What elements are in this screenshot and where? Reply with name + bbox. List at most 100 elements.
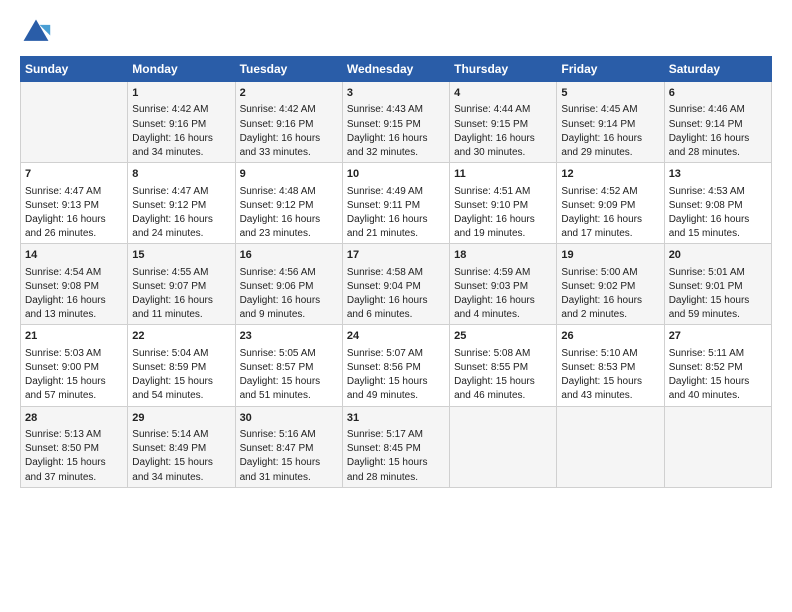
cell-content: Sunrise: 5:17 AM Sunset: 8:45 PM Dayligh…: [347, 428, 445, 485]
calendar-cell: 15 Sunrise: 4:55 AM Sunset: 9:07 PM Dayli…: [128, 244, 235, 325]
calendar-page: SundayMondayTuesdayWednesdayThursdayFrid…: [0, 0, 792, 612]
week-row-2: 7Sunrise: 4:47 AM Sunset: 9:13 PM Daylig…: [21, 163, 772, 244]
weekday-header-friday: Friday: [557, 57, 664, 82]
cell-content: Sunrise: 4:47 AM Sunset: 9:12 PM Dayligh…: [132, 185, 230, 242]
calendar-body: 1 Sunrise: 4:42 AM Sunset: 9:16 PM Daylig…: [21, 82, 772, 488]
day-number: 5: [561, 86, 659, 101]
cell-content: Sunrise: 5:01 AM Sunset: 9:01 PM Dayligh…: [669, 266, 767, 323]
cell-content: Sunrise: 5:00 AM Sunset: 9:02 PM Dayligh…: [561, 266, 659, 323]
calendar-cell: 2 Sunrise: 4:42 AM Sunset: 9:16 PM Daylig…: [235, 82, 342, 163]
calendar-table: SundayMondayTuesdayWednesdayThursdayFrid…: [20, 56, 772, 488]
cell-content: Sunrise: 4:55 AM Sunset: 9:07 PM Dayligh…: [132, 266, 230, 323]
day-number: 3: [347, 86, 445, 101]
calendar-cell: 21 Sunrise: 5:03 AM Sunset: 9:00 PM Dayli…: [21, 325, 128, 406]
day-number: 26: [561, 329, 659, 344]
day-number: 10: [347, 167, 445, 182]
cell-content: Sunrise: 5:03 AM Sunset: 9:00 PM Dayligh…: [25, 347, 123, 404]
day-number: 19: [561, 248, 659, 263]
day-number: 15: [132, 248, 230, 263]
cell-content: Sunrise: 4:51 AM Sunset: 9:10 PM Dayligh…: [454, 185, 552, 242]
week-row-1: 1 Sunrise: 4:42 AM Sunset: 9:16 PM Daylig…: [21, 82, 772, 163]
calendar-cell: [450, 406, 557, 487]
cell-content: Sunrise: 4:58 AM Sunset: 9:04 PM Dayligh…: [347, 266, 445, 323]
calendar-cell: 18Sunrise: 4:59 AM Sunset: 9:03 PM Dayli…: [450, 244, 557, 325]
calendar-cell: 9 Sunrise: 4:48 AM Sunset: 9:12 PM Daylig…: [235, 163, 342, 244]
day-number: 25: [454, 329, 552, 344]
cell-content: Sunrise: 4:42 AM Sunset: 9:16 PM Dayligh…: [240, 103, 338, 160]
weekday-header-wednesday: Wednesday: [342, 57, 449, 82]
weekday-header-monday: Monday: [128, 57, 235, 82]
cell-content: Sunrise: 5:13 AM Sunset: 8:50 PM Dayligh…: [25, 428, 123, 485]
calendar-cell: 31 Sunrise: 5:17 AM Sunset: 8:45 PM Dayli…: [342, 406, 449, 487]
calendar-cell: 16Sunrise: 4:56 AM Sunset: 9:06 PM Dayli…: [235, 244, 342, 325]
calendar-cell: 14 Sunrise: 4:54 AM Sunset: 9:08 PM Dayli…: [21, 244, 128, 325]
calendar-cell: 4Sunrise: 4:44 AM Sunset: 9:15 PM Daylig…: [450, 82, 557, 163]
cell-content: Sunrise: 4:49 AM Sunset: 9:11 PM Dayligh…: [347, 185, 445, 242]
day-number: 23: [240, 329, 338, 344]
day-number: 20: [669, 248, 767, 263]
calendar-cell: 10 Sunrise: 4:49 AM Sunset: 9:11 PM Dayli…: [342, 163, 449, 244]
calendar-cell: 17Sunrise: 4:58 AM Sunset: 9:04 PM Dayli…: [342, 244, 449, 325]
calendar-cell: 8Sunrise: 4:47 AM Sunset: 9:12 PM Daylig…: [128, 163, 235, 244]
calendar-cell: 26 Sunrise: 5:10 AM Sunset: 8:53 PM Dayli…: [557, 325, 664, 406]
week-row-3: 14 Sunrise: 4:54 AM Sunset: 9:08 PM Dayli…: [21, 244, 772, 325]
cell-content: Sunrise: 4:46 AM Sunset: 9:14 PM Dayligh…: [669, 103, 767, 160]
logo: [20, 16, 56, 48]
cell-content: Sunrise: 5:16 AM Sunset: 8:47 PM Dayligh…: [240, 428, 338, 485]
day-number: 14: [25, 248, 123, 263]
day-number: 7: [25, 167, 123, 182]
weekday-header-sunday: Sunday: [21, 57, 128, 82]
week-row-5: 28 Sunrise: 5:13 AM Sunset: 8:50 PM Dayli…: [21, 406, 772, 487]
calendar-cell: 7Sunrise: 4:47 AM Sunset: 9:13 PM Daylig…: [21, 163, 128, 244]
day-number: 24: [347, 329, 445, 344]
calendar-cell: 1 Sunrise: 4:42 AM Sunset: 9:16 PM Daylig…: [128, 82, 235, 163]
calendar-cell: 25 Sunrise: 5:08 AM Sunset: 8:55 PM Dayli…: [450, 325, 557, 406]
day-number: 1: [132, 86, 230, 101]
calendar-cell: 5 Sunrise: 4:45 AM Sunset: 9:14 PM Daylig…: [557, 82, 664, 163]
day-number: 22: [132, 329, 230, 344]
day-number: 29: [132, 411, 230, 426]
calendar-cell: 30 Sunrise: 5:16 AM Sunset: 8:47 PM Dayli…: [235, 406, 342, 487]
calendar-cell: [557, 406, 664, 487]
cell-content: Sunrise: 5:10 AM Sunset: 8:53 PM Dayligh…: [561, 347, 659, 404]
day-number: 21: [25, 329, 123, 344]
calendar-cell: 27 Sunrise: 5:11 AM Sunset: 8:52 PM Dayli…: [664, 325, 771, 406]
cell-content: Sunrise: 5:08 AM Sunset: 8:55 PM Dayligh…: [454, 347, 552, 404]
calendar-cell: 29Sunrise: 5:14 AM Sunset: 8:49 PM Dayli…: [128, 406, 235, 487]
cell-content: Sunrise: 4:53 AM Sunset: 9:08 PM Dayligh…: [669, 185, 767, 242]
cell-content: Sunrise: 5:05 AM Sunset: 8:57 PM Dayligh…: [240, 347, 338, 404]
day-number: 27: [669, 329, 767, 344]
cell-content: Sunrise: 4:45 AM Sunset: 9:14 PM Dayligh…: [561, 103, 659, 160]
calendar-cell: 22 Sunrise: 5:04 AM Sunset: 8:59 PM Dayli…: [128, 325, 235, 406]
day-number: 31: [347, 411, 445, 426]
day-number: 13: [669, 167, 767, 182]
cell-content: Sunrise: 4:56 AM Sunset: 9:06 PM Dayligh…: [240, 266, 338, 323]
logo-icon: [20, 16, 52, 48]
calendar-cell: 12Sunrise: 4:52 AM Sunset: 9:09 PM Dayli…: [557, 163, 664, 244]
day-number: 28: [25, 411, 123, 426]
calendar-cell: 13 Sunrise: 4:53 AM Sunset: 9:08 PM Dayli…: [664, 163, 771, 244]
calendar-cell: 6Sunrise: 4:46 AM Sunset: 9:14 PM Daylig…: [664, 82, 771, 163]
weekday-header-row: SundayMondayTuesdayWednesdayThursdayFrid…: [21, 57, 772, 82]
day-number: 30: [240, 411, 338, 426]
cell-content: Sunrise: 4:43 AM Sunset: 9:15 PM Dayligh…: [347, 103, 445, 160]
calendar-cell: 20 Sunrise: 5:01 AM Sunset: 9:01 PM Dayli…: [664, 244, 771, 325]
day-number: 9: [240, 167, 338, 182]
calendar-cell: [664, 406, 771, 487]
cell-content: Sunrise: 5:07 AM Sunset: 8:56 PM Dayligh…: [347, 347, 445, 404]
cell-content: Sunrise: 4:54 AM Sunset: 9:08 PM Dayligh…: [25, 266, 123, 323]
calendar-cell: 23 Sunrise: 5:05 AM Sunset: 8:57 PM Dayli…: [235, 325, 342, 406]
calendar-header: SundayMondayTuesdayWednesdayThursdayFrid…: [21, 57, 772, 82]
cell-content: Sunrise: 4:59 AM Sunset: 9:03 PM Dayligh…: [454, 266, 552, 323]
cell-content: Sunrise: 5:11 AM Sunset: 8:52 PM Dayligh…: [669, 347, 767, 404]
calendar-cell: 3 Sunrise: 4:43 AM Sunset: 9:15 PM Daylig…: [342, 82, 449, 163]
weekday-header-tuesday: Tuesday: [235, 57, 342, 82]
weekday-header-saturday: Saturday: [664, 57, 771, 82]
calendar-cell: 28 Sunrise: 5:13 AM Sunset: 8:50 PM Dayli…: [21, 406, 128, 487]
day-number: 11: [454, 167, 552, 182]
day-number: 2: [240, 86, 338, 101]
calendar-cell: [21, 82, 128, 163]
cell-content: Sunrise: 5:04 AM Sunset: 8:59 PM Dayligh…: [132, 347, 230, 404]
cell-content: Sunrise: 4:42 AM Sunset: 9:16 PM Dayligh…: [132, 103, 230, 160]
cell-content: Sunrise: 4:48 AM Sunset: 9:12 PM Dayligh…: [240, 185, 338, 242]
